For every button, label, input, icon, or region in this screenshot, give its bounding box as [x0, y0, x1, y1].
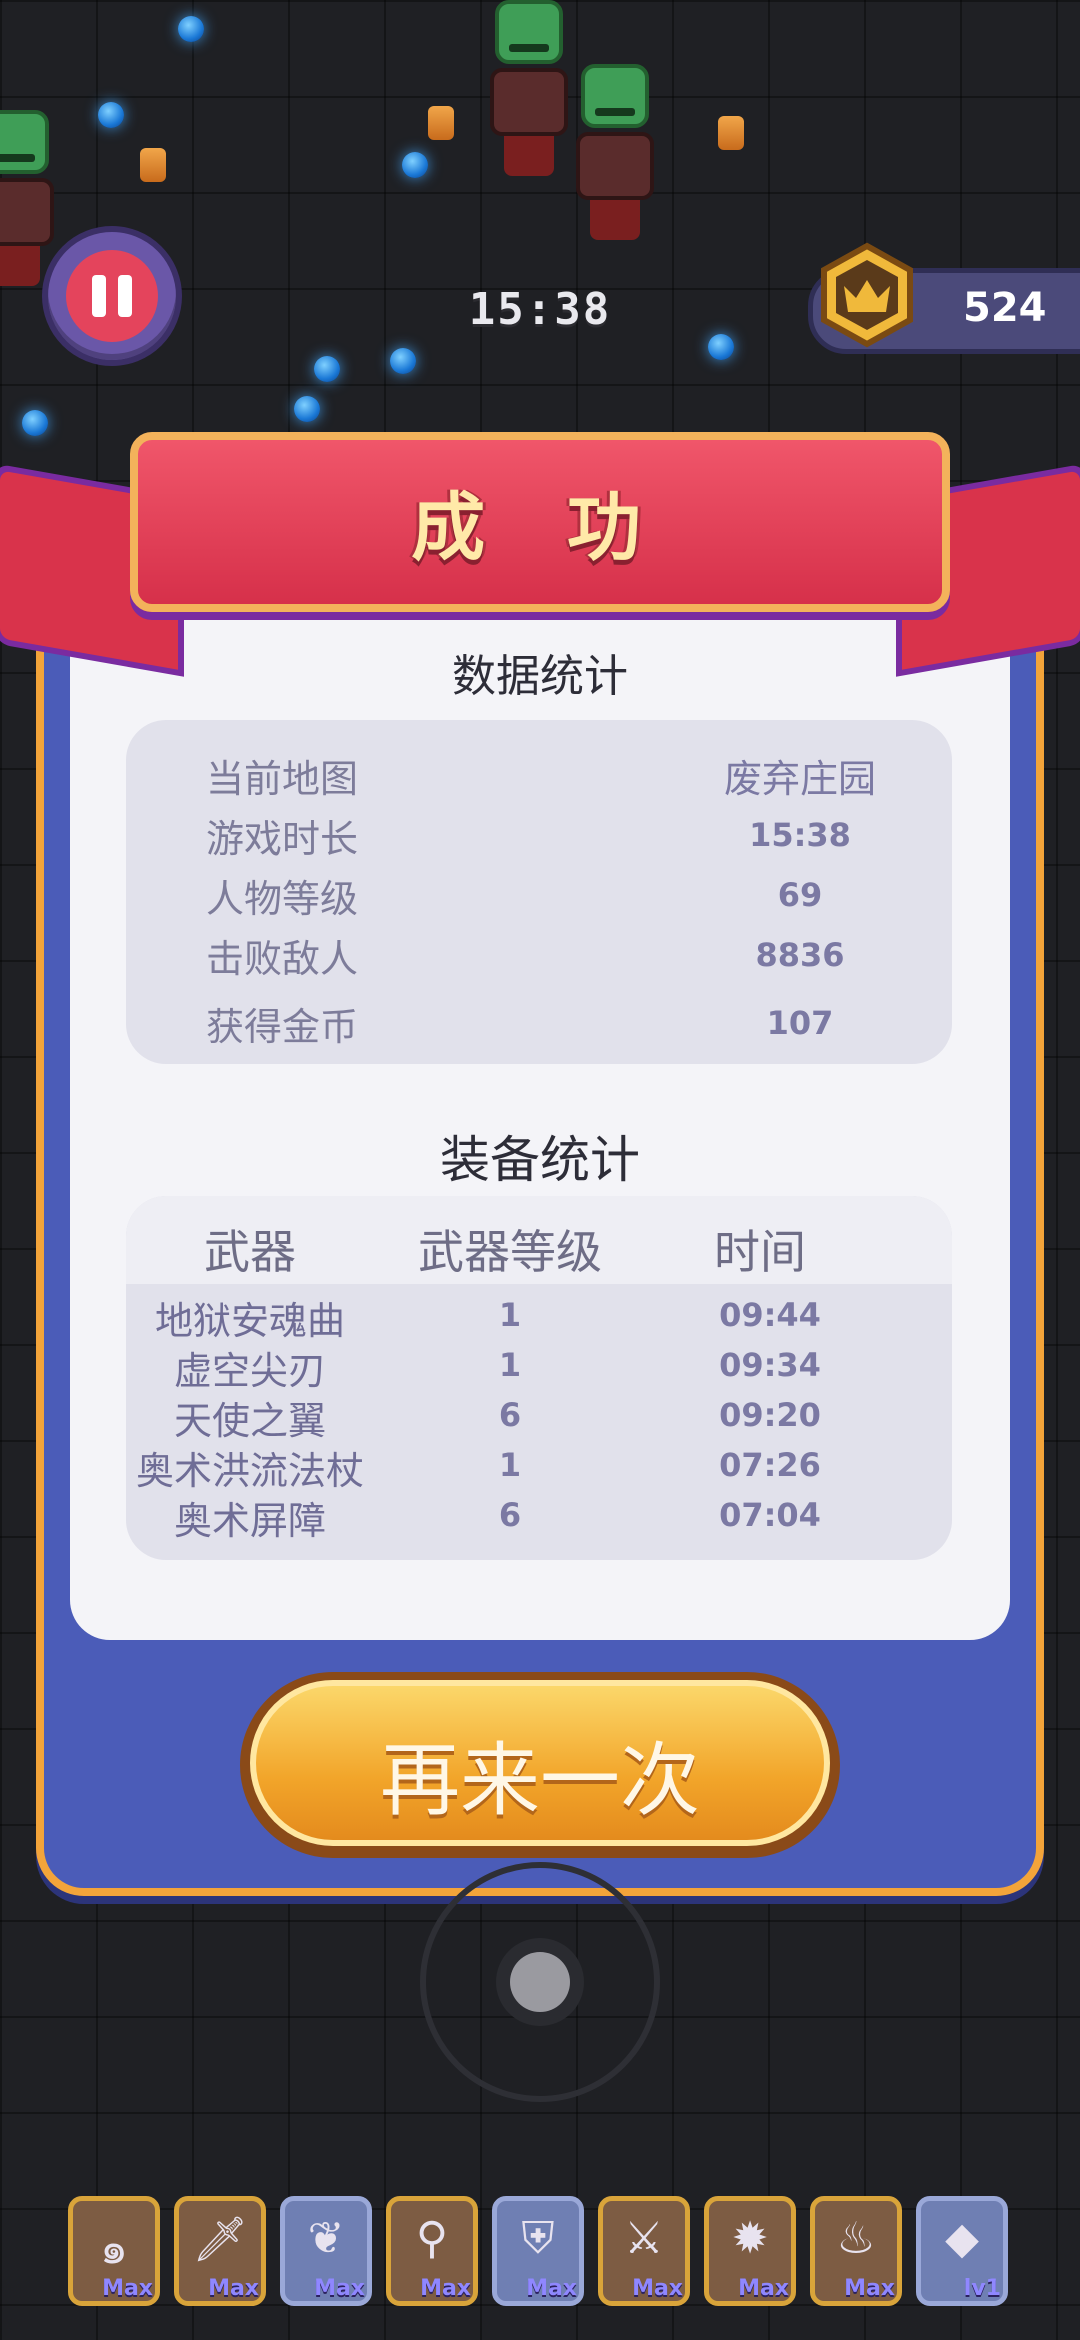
weapon-name: 天使之翼: [173, 1399, 326, 1443]
crown-coin-icon: [821, 242, 913, 348]
stat-value-duration: 15:38: [749, 816, 851, 854]
spiral-rune-icon: ๑: [100, 2223, 128, 2274]
result-title: 成 功: [411, 485, 669, 571]
equip-section-title: 装备统计: [440, 1131, 640, 1189]
stats-section-title: 数据统计: [452, 651, 628, 702]
coin-gem: [428, 106, 454, 140]
exp-orb: [22, 410, 48, 436]
skill-level: Max: [102, 2276, 153, 2301]
sword-icon: ⚔: [624, 2213, 664, 2264]
skill-slot[interactable]: ♨ Max: [810, 2196, 902, 2306]
coin-count: 524: [963, 285, 1047, 331]
skill-level: Max: [420, 2276, 471, 2301]
skill-slot[interactable]: ◆ lv1: [916, 2196, 1008, 2306]
exp-orb: [314, 356, 340, 382]
exp-orb: [98, 102, 124, 128]
weapon-level: 1: [498, 1446, 522, 1484]
skill-level: Max: [844, 2276, 895, 2301]
fire-staff-icon: ♨: [836, 2213, 876, 2264]
pause-icon: [66, 250, 158, 342]
exp-orb: [294, 396, 320, 422]
skill-slot[interactable]: ⚲ Max: [386, 2196, 478, 2306]
stat-label-duration: 游戏时长: [206, 817, 359, 861]
weapon-time: 09:34: [719, 1346, 821, 1384]
stat-label-kills: 击败敌人: [206, 937, 359, 981]
weapon-time: 09:44: [719, 1296, 821, 1334]
col-weapon: 武器: [204, 1225, 296, 1279]
wings-icon: ❦: [307, 2213, 345, 2264]
skill-slot[interactable]: ๑ Max: [68, 2196, 160, 2306]
weapon-name: 奥术洪流法杖: [135, 1449, 364, 1493]
stat-label-map: 当前地图: [206, 757, 359, 801]
exp-orb: [178, 16, 204, 42]
col-weapon-level: 武器等级: [418, 1225, 602, 1279]
joystick-knob[interactable]: [510, 1952, 570, 2012]
weapon-name: 地狱安魂曲: [154, 1299, 345, 1343]
weapon-level: 1: [498, 1346, 522, 1384]
weapon-level: 1: [498, 1296, 522, 1334]
stat-label-level: 人物等级: [206, 877, 359, 921]
zombie-enemy: [576, 64, 654, 240]
pause-button[interactable]: [42, 226, 182, 366]
retry-button-label[interactable]: 再来一次: [250, 1716, 830, 1832]
stat-value-gold: 107: [766, 1004, 834, 1042]
weapon-time: 07:26: [719, 1446, 821, 1484]
stat-value-map: 废弃庄园: [723, 757, 876, 801]
zombie-enemy: [490, 0, 568, 176]
skill-slot[interactable]: ✹ Max: [704, 2196, 796, 2306]
weapon-time: 09:20: [719, 1396, 821, 1434]
skill-slot[interactable]: ⛨ Max: [492, 2196, 584, 2306]
skill-slot[interactable]: ❦ Max: [280, 2196, 372, 2306]
skill-slot[interactable]: 🗡 Max: [174, 2196, 266, 2306]
stat-value-kills: 8836: [755, 936, 845, 974]
blaster-icon: ✹: [731, 2213, 769, 2264]
skill-level: Max: [314, 2276, 365, 2301]
col-time: 时间: [714, 1225, 806, 1279]
skill-level: lv1: [963, 2276, 1001, 2301]
weapon-name: 奥术屏障: [173, 1499, 326, 1543]
skill-level: Max: [526, 2276, 577, 2301]
weapon-name: 虚空尖刃: [173, 1349, 326, 1393]
coin-gem: [140, 148, 166, 182]
weapon-time: 07:04: [719, 1496, 821, 1534]
exp-orb: [390, 348, 416, 374]
zombie-enemy: [0, 110, 54, 286]
skill-slot[interactable]: ⚔ Max: [598, 2196, 690, 2306]
stat-value-level: 69: [777, 876, 823, 914]
crystal-icon: ◆: [945, 2213, 979, 2264]
magic-mirror-icon: ⚲: [415, 2213, 449, 2264]
exp-orb: [708, 334, 734, 360]
skill-bar: ๑ Max 🗡 Max ❦ Max ⚲ Max ⛨ Max ⚔ Max ✹ Ma…: [68, 2196, 1018, 2312]
exp-orb: [402, 152, 428, 178]
weapon-level: 6: [498, 1396, 522, 1434]
winged-shield-icon: ⛨: [521, 2213, 555, 2264]
dagger-icon: 🗡: [192, 2214, 248, 2265]
game-timer: 15:38: [468, 284, 612, 335]
coin-gem: [718, 116, 744, 150]
skill-level: Max: [738, 2276, 789, 2301]
skill-level: Max: [208, 2276, 259, 2301]
weapon-level: 6: [498, 1496, 522, 1534]
stat-label-gold: 获得金币: [206, 1005, 359, 1049]
skill-level: Max: [632, 2276, 683, 2301]
